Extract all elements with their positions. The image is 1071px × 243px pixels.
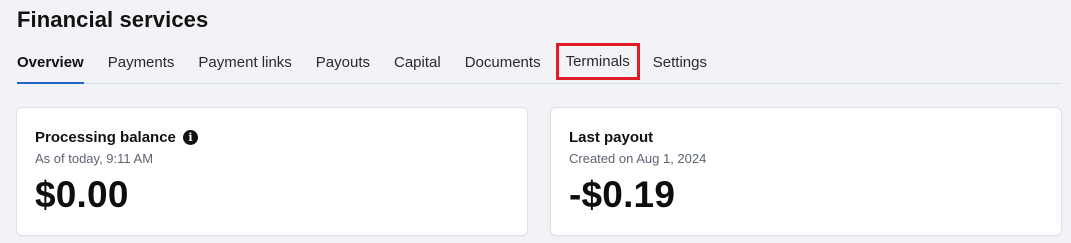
last-payout-amount: -$0.19: [569, 174, 676, 215]
processing-balance-amount: $0.00: [35, 174, 129, 215]
processing-balance-title-row: Processing balance i: [35, 129, 198, 146]
last-payout-card: Last payout Created on Aug 1, 2024 -$0.1…: [550, 107, 1062, 236]
processing-balance-title: Processing balance: [35, 129, 176, 146]
processing-balance-timestamp: As of today, 9:11 AM: [35, 151, 154, 166]
tab-documents[interactable]: Documents: [465, 42, 541, 83]
last-payout-date: Created on Aug 1, 2024: [569, 151, 707, 166]
tab-payments[interactable]: Payments: [108, 42, 175, 83]
tab-overview[interactable]: Overview: [17, 42, 84, 84]
tab-settings[interactable]: Settings: [653, 42, 707, 83]
info-icon[interactable]: i: [182, 130, 198, 145]
page-title: Financial services: [17, 7, 209, 32]
tab-terminals[interactable]: Terminals: [555, 43, 640, 80]
last-payout-title-row: Last payout: [569, 129, 653, 146]
tab-capital[interactable]: Capital: [394, 42, 441, 83]
tab-bar: Overview Payments Payment links Payouts …: [17, 42, 1060, 84]
processing-balance-card: Processing balance i As of today, 9:11 A…: [16, 107, 528, 236]
last-payout-title: Last payout: [569, 129, 654, 146]
tab-payment-links[interactable]: Payment links: [198, 42, 291, 83]
tab-payouts[interactable]: Payouts: [316, 42, 370, 83]
